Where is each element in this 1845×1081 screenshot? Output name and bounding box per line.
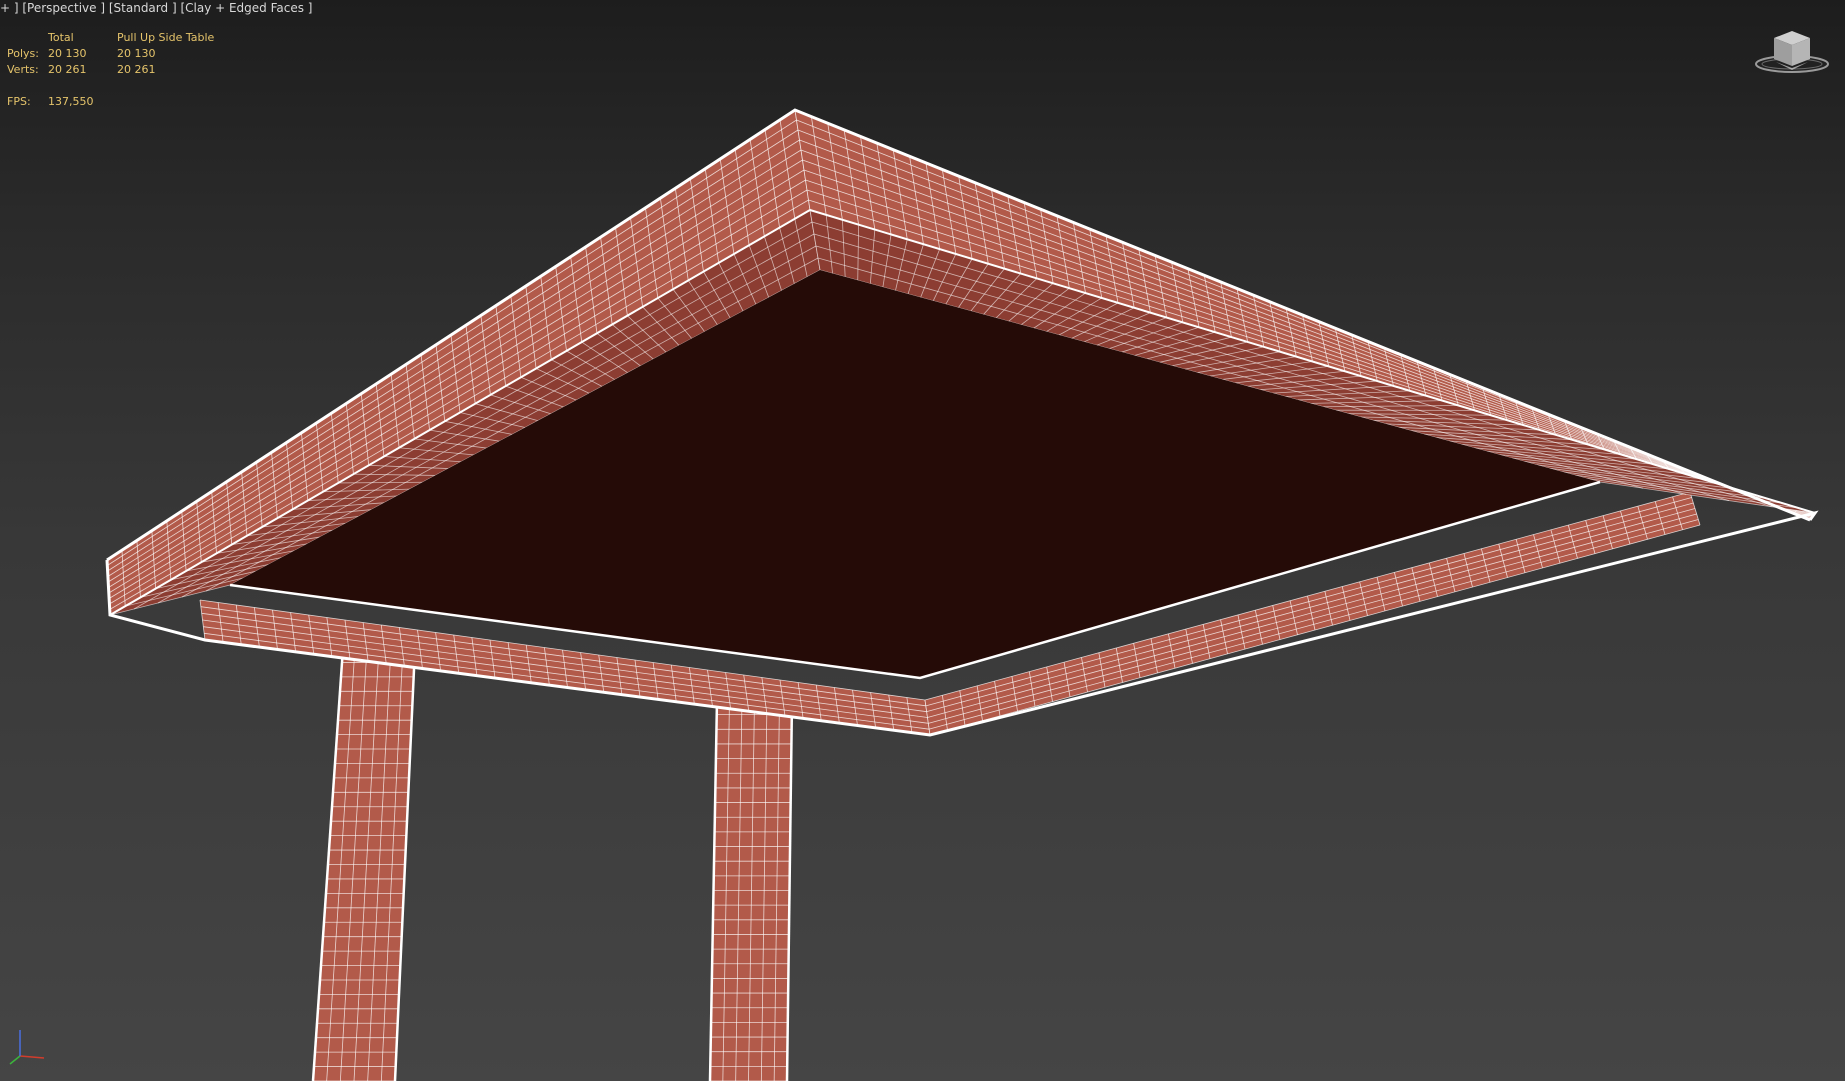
stats-fps-value: 137,550 <box>48 95 94 108</box>
stats-header-total: Total <box>48 31 74 44</box>
viewcube-icon[interactable] <box>1752 26 1832 76</box>
stats-verts-label: Verts: <box>7 63 39 76</box>
viewport-label-menu[interactable]: + ] [Perspective ] [Standard ] [Clay + E… <box>0 0 313 16</box>
stats-polys-object: 20 130 <box>117 47 156 60</box>
stats-header-object: Pull Up Side Table <box>117 31 215 44</box>
stats-verts-object: 20 261 <box>117 63 156 76</box>
perspective-viewport[interactable]: + ] [Perspective ] [Standard ] [Clay + E… <box>0 0 1845 1081</box>
stats-fps-label: FPS: <box>7 95 31 108</box>
stats-polys-total: 20 130 <box>48 47 87 60</box>
table-wireframe-model[interactable] <box>0 0 1845 1081</box>
axis-tripod-icon <box>9 1030 45 1065</box>
stats-polys-label: Polys: <box>7 47 39 60</box>
stats-verts-total: 20 261 <box>48 63 87 76</box>
